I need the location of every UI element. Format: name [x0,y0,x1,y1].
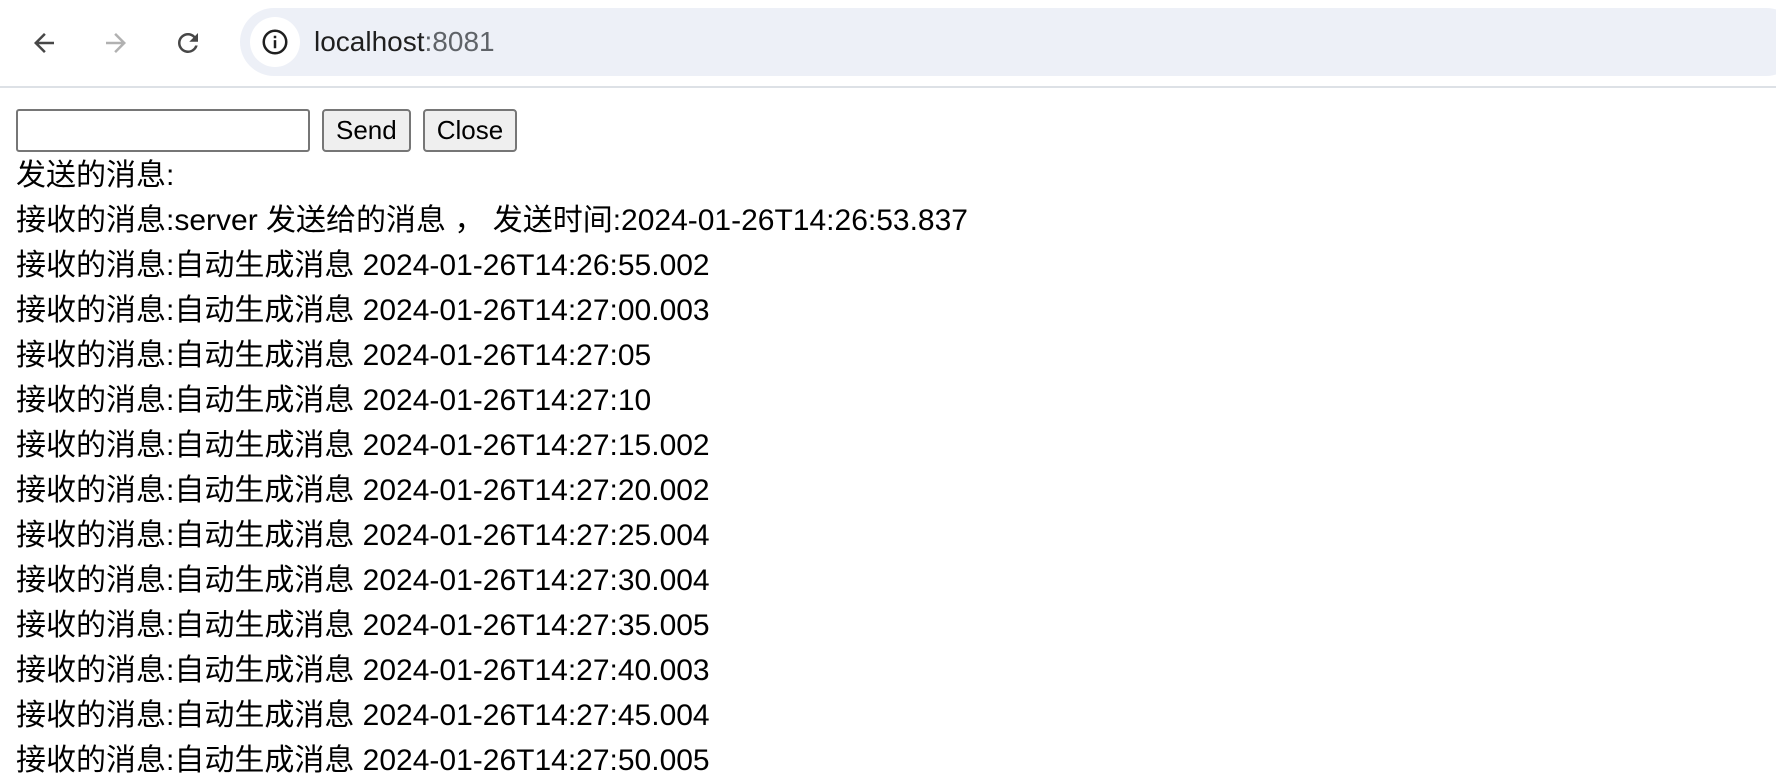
message-input[interactable] [16,109,310,152]
received-message-line: 接收的消息:自动生成消息 2024-01-26T14:27:05 [16,339,652,372]
reload-button[interactable] [163,18,213,68]
forward-button[interactable] [91,18,141,68]
received-message-line: 接收的消息:自动生成消息 2024-01-26T14:27:40.003 [16,654,710,687]
sent-message-line: 发送的消息: [16,159,175,192]
received-message-line: 接收的消息:自动生成消息 2024-01-26T14:27:20.002 [16,474,710,507]
received-message-line: 接收的消息:自动生成消息 2024-01-26T14:27:50.005 [16,744,710,777]
received-message-line: 接收的消息:自动生成消息 2024-01-26T14:27:35.005 [16,609,710,642]
message-log: 发送的消息: 接收的消息:server 发送给的消息 ， 发送时间:2024-0… [16,153,1776,780]
site-info-button[interactable] [250,17,300,67]
received-message-line: 接收的消息:自动生成消息 2024-01-26T14:26:55.002 [16,249,710,282]
address-bar[interactable]: localhost:8081 [240,8,1776,76]
received-message-line: 接收的消息:自动生成消息 2024-01-26T14:27:30.004 [16,564,710,597]
received-message-line: 接收的消息:自动生成消息 2024-01-26T14:27:45.004 [16,699,710,732]
message-controls: Send Close [16,109,1776,152]
browser-toolbar: localhost:8081 [0,0,1776,88]
arrow-left-icon [34,33,54,53]
url-port: :8081 [424,26,495,57]
arrow-right-icon [106,33,126,53]
info-icon [262,29,288,55]
url-text[interactable]: localhost:8081 [314,8,495,76]
back-button[interactable] [19,18,69,68]
received-message-line: 接收的消息:自动生成消息 2024-01-26T14:27:10 [16,384,652,417]
close-button[interactable]: Close [422,109,518,152]
received-message-line: 接收的消息:自动生成消息 2024-01-26T14:27:25.004 [16,519,710,552]
url-host: localhost [314,26,425,57]
received-message-line: 接收的消息:自动生成消息 2024-01-26T14:27:15.002 [16,429,710,462]
received-message-line: 接收的消息:server 发送给的消息 ， 发送时间:2024-01-26T14… [16,204,968,237]
received-message-line: 接收的消息:自动生成消息 2024-01-26T14:27:00.003 [16,294,710,327]
send-button[interactable]: Send [322,109,411,152]
reload-icon [178,33,198,53]
page-content: Send Close 发送的消息: 接收的消息:server 发送给的消息 ， … [0,88,1776,780]
